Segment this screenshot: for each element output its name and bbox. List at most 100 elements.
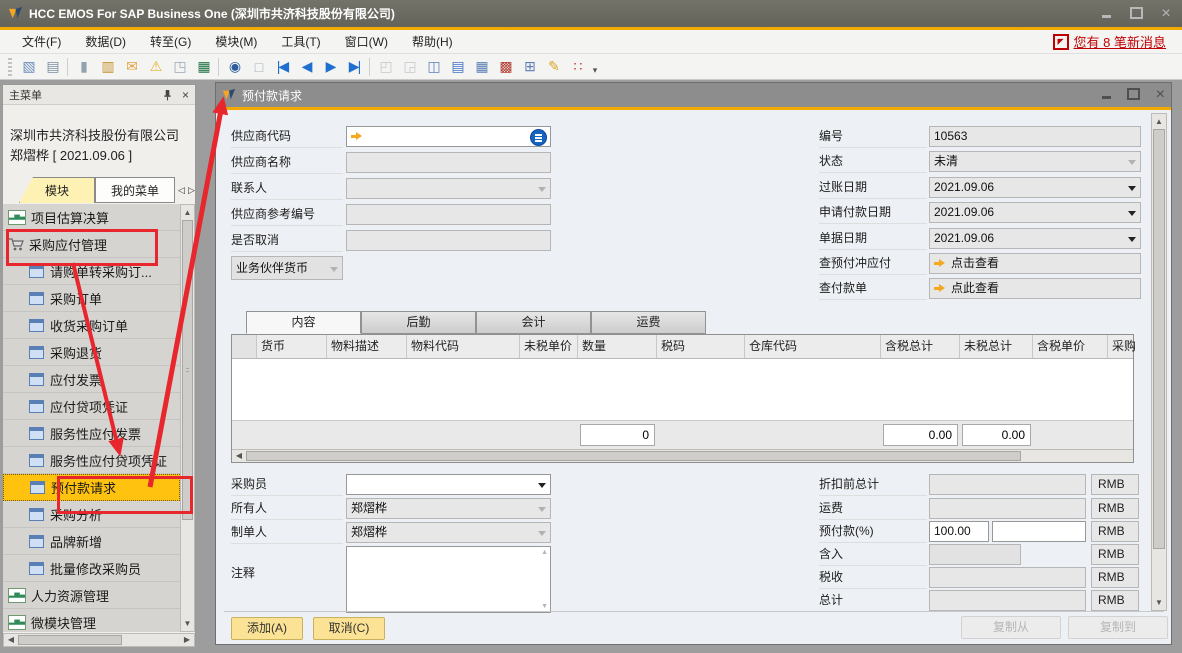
menu-item-file[interactable]: 文件(F) [10, 30, 73, 53]
creator-field[interactable]: 郑熠桦 [346, 522, 551, 543]
document-number-field[interactable]: 10563 [929, 126, 1141, 147]
sidebar-item-ap-credit-memo[interactable]: 应付贷项凭证 [3, 393, 180, 420]
payment-request-date-field[interactable]: 2021.09.06 [929, 202, 1141, 223]
window-vertical-scrollbar[interactable]: ▲ ▼ [1151, 113, 1167, 611]
new-document-icon[interactable]: □ [246, 56, 270, 78]
sidebar-item-project-estimation[interactable]: ▂▅▃ 项目估算决算 [3, 204, 180, 231]
menu-item-goto[interactable]: 转至(G) [138, 30, 203, 53]
tab-scroll-left-icon[interactable]: ◁ [178, 185, 185, 196]
remarks-textarea[interactable]: ▲ ▼ [346, 546, 551, 613]
scroll-down-icon[interactable]: ▼ [181, 617, 194, 630]
chevron-down-icon[interactable] [1128, 237, 1136, 242]
menu-item-modules[interactable]: 模块(M) [203, 30, 269, 53]
tab-modules[interactable]: 模块 [19, 177, 95, 203]
prepay-amount-input[interactable] [992, 521, 1086, 542]
prepay-percent-input[interactable]: 100.00 [929, 521, 989, 542]
contact-person-field[interactable] [346, 178, 551, 199]
tab-content[interactable]: 内容 [246, 311, 361, 334]
cancel-button[interactable]: 取消(C) [313, 617, 385, 640]
report-icon[interactable]: ▩ [493, 56, 517, 78]
add-button[interactable]: 添加(A) [231, 617, 303, 640]
sidebar-item-purchase-return[interactable]: 采购退货 [3, 339, 180, 366]
email-icon[interactable]: ✉ [119, 56, 143, 78]
excel-icon[interactable]: ▦ [191, 56, 215, 78]
tab-logistics[interactable]: 后勤 [361, 311, 476, 334]
scroll-right-icon[interactable]: ▶ [182, 634, 192, 646]
quantity-total-box[interactable]: 0 [580, 424, 655, 446]
view-prepay-offset-link[interactable]: 点击查看 [929, 253, 1141, 274]
chevron-down-icon[interactable] [1128, 186, 1136, 191]
window-close-icon[interactable]: × [1156, 88, 1165, 102]
edit-icon[interactable]: ✎ [541, 56, 565, 78]
supplier-code-field[interactable] [346, 126, 551, 147]
col-header-gross-total[interactable]: 含税总计 [881, 335, 960, 358]
owner-field[interactable]: 郑熠桦 [346, 498, 551, 519]
col-header-item-description[interactable]: 物料描述 [327, 335, 407, 358]
redo-icon[interactable]: ◲ [397, 56, 421, 78]
next-record-icon[interactable]: ▶ [318, 56, 342, 78]
chevron-down-icon[interactable] [1128, 211, 1136, 216]
sidebar-item-prepayment-request[interactable]: 预付款请求 [3, 474, 180, 501]
gross-total-box[interactable]: 0.00 [883, 424, 958, 446]
col-header-buyer[interactable]: 采购 [1108, 335, 1135, 358]
scroll-up-icon[interactable]: ▲ [1152, 115, 1166, 128]
scroll-up-icon[interactable]: ▲ [541, 549, 548, 556]
scrollbar-thumb[interactable] [18, 635, 122, 645]
sidebar-item-micro-module[interactable]: ▂▅▃ 微模块管理 [3, 609, 180, 632]
app-maximize-button[interactable] [1128, 7, 1144, 21]
sidebar-item-service-ap-credit-memo[interactable]: 服务性应付贷项凭证 [3, 447, 180, 474]
total-before-discount-field[interactable] [929, 474, 1086, 495]
bp-currency-combo[interactable]: 业务伙伴货币 [231, 256, 343, 280]
cancelled-field[interactable] [346, 230, 551, 251]
query-icon[interactable]: ⊞ [517, 56, 541, 78]
menu-item-window[interactable]: 窗口(W) [333, 30, 400, 53]
app-close-icon[interactable]: × [1158, 7, 1174, 21]
form-settings-icon[interactable]: ◫ [421, 56, 445, 78]
document-date-field[interactable]: 2021.09.06 [929, 228, 1141, 249]
scrollbar-thumb[interactable] [246, 451, 1021, 461]
scrollbar-thumb[interactable] [182, 220, 193, 520]
col-header-tax-code[interactable]: 税码 [657, 335, 745, 358]
supplier-name-field[interactable] [346, 152, 551, 173]
col-header-gross-price[interactable]: 含税单价 [1033, 335, 1108, 358]
posting-date-field[interactable]: 2021.09.06 [929, 177, 1141, 198]
device-icon[interactable]: ▮ [71, 56, 95, 78]
new-messages-link[interactable]: 您有 8 笔新消息 [1074, 32, 1166, 51]
scroll-left-icon[interactable]: ◀ [6, 634, 16, 646]
col-header-warehouse[interactable]: 仓库代码 [745, 335, 881, 358]
link-arrow-icon[interactable] [351, 132, 363, 141]
scroll-down-icon[interactable]: ▼ [1152, 596, 1166, 609]
tax-field[interactable] [929, 567, 1086, 588]
scrollbar-thumb[interactable] [1153, 129, 1165, 549]
sidebar-item-ap-invoice[interactable]: 应付发票 [3, 366, 180, 393]
first-record-icon[interactable]: |◀ [270, 56, 294, 78]
menu-item-help[interactable]: 帮助(H) [400, 30, 465, 53]
supplier-ref-field[interactable] [346, 204, 551, 225]
sidebar-item-pr-to-po[interactable]: 请购单转采购订... [3, 258, 180, 285]
sidebar-item-purchase-analysis[interactable]: 采购分析 [3, 501, 180, 528]
scroll-down-icon[interactable]: ▼ [541, 603, 548, 610]
sidebar-item-batch-update-buyer[interactable]: 批量修改采购员 [3, 555, 180, 582]
status-field[interactable]: 未清 [929, 151, 1141, 172]
table-body-empty[interactable] [232, 359, 1133, 421]
table-view-icon[interactable]: ▦ [469, 56, 493, 78]
net-total-box[interactable]: 0.00 [962, 424, 1031, 446]
sidebar-item-purchasing-ap[interactable]: 采购应付管理 [3, 231, 180, 258]
previous-record-icon[interactable]: ◀ [294, 56, 318, 78]
sidebar-item-service-ap-invoice[interactable]: 服务性应付发票 [3, 420, 180, 447]
view-payment-link[interactable]: 点此查看 [929, 278, 1141, 299]
table-horizontal-scrollbar[interactable]: ◀ [232, 449, 1133, 462]
warning-icon[interactable]: ⚠ [143, 56, 167, 78]
sidebar-item-hr-management[interactable]: ▂▅▃ 人力资源管理 [3, 582, 180, 609]
scroll-left-icon[interactable]: ◀ [234, 450, 244, 461]
page-setup-icon[interactable]: ▥ [95, 56, 119, 78]
find-icon[interactable]: ◉ [222, 56, 246, 78]
col-header-item-code[interactable]: 物料代码 [407, 335, 520, 358]
choose-from-list-icon[interactable] [530, 129, 547, 146]
menu-item-tools[interactable]: 工具(T) [269, 30, 332, 53]
tab-scroll-right-icon[interactable]: ▷ [188, 185, 195, 196]
undo-icon[interactable]: ◰ [373, 56, 397, 78]
pin-icon[interactable] [163, 89, 172, 101]
toolbar-overflow-button[interactable]: ▾ [589, 54, 601, 79]
chevron-down-icon[interactable] [538, 483, 546, 488]
